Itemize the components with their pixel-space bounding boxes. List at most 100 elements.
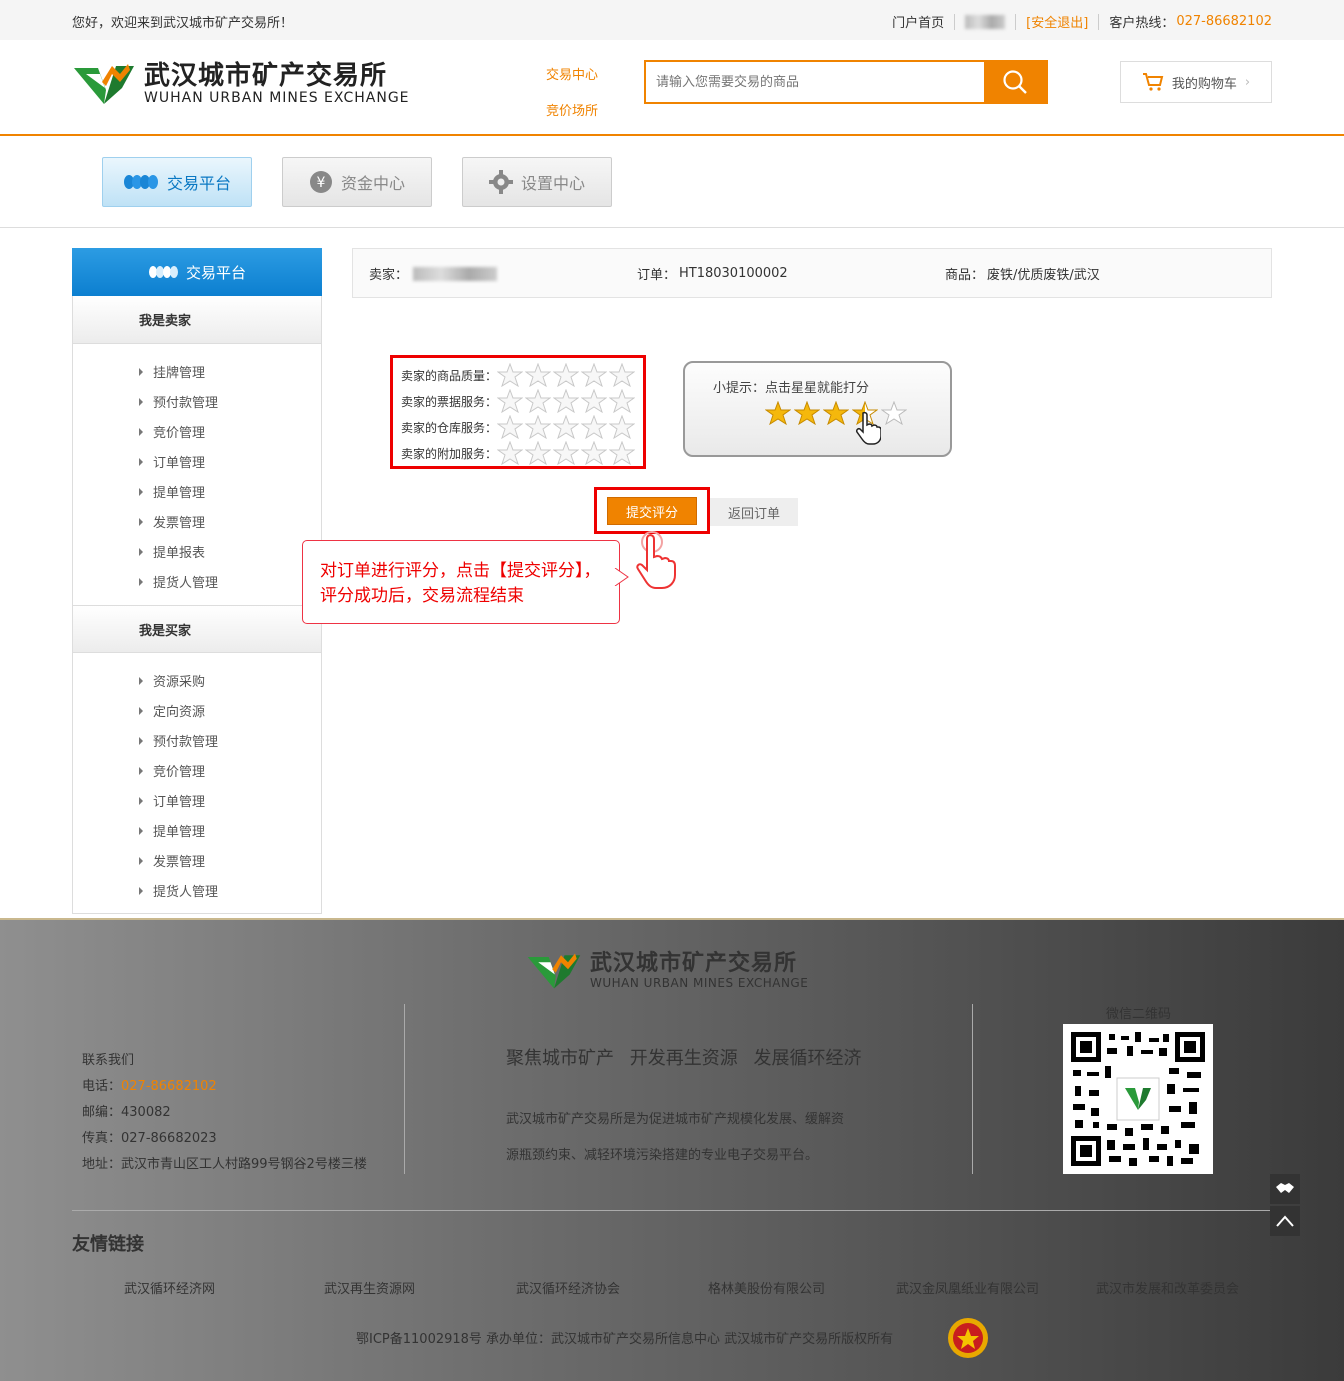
star-rating[interactable] — [497, 363, 636, 387]
friend-link[interactable]: 武汉市发展和改革委员会 — [1096, 1278, 1239, 1297]
star-icon[interactable] — [581, 415, 608, 439]
tab-fund-center[interactable]: ¥ 资金中心 — [282, 157, 432, 207]
submit-rating-button[interactable]: 提交评分 — [607, 497, 697, 525]
sidebar-item[interactable]: 挂牌管理 — [139, 362, 205, 381]
star-filled-icon — [794, 401, 820, 425]
site-logo[interactable]: 武汉城市矿产交易所 WUHAN URBAN MINES EXCHANGE — [72, 58, 422, 110]
search-button[interactable] — [984, 62, 1046, 102]
sidebar-item[interactable]: 发票管理 — [139, 851, 205, 870]
sidebar-header[interactable]: 交易平台 — [72, 248, 322, 296]
handshake-float-button[interactable] — [1270, 1174, 1300, 1204]
triangle-right-icon — [139, 766, 143, 775]
star-icon[interactable] — [525, 415, 552, 439]
friend-link[interactable]: 武汉循环经济网 — [124, 1278, 215, 1297]
star-icon[interactable] — [497, 363, 524, 387]
sidebar-item[interactable]: 提单管理 — [139, 821, 205, 840]
friend-link[interactable]: 武汉再生资源网 — [324, 1278, 415, 1297]
copyright: 鄂ICP备11002918号 承办单位：武汉城市矿产交易所信息中心 武汉城市矿产… — [356, 1332, 894, 1347]
sidebar-item[interactable]: 提单报表 — [139, 542, 205, 561]
star-icon[interactable] — [525, 441, 552, 465]
star-icon[interactable] — [497, 415, 524, 439]
star-icon[interactable] — [553, 363, 580, 387]
nav-auction[interactable]: 竞价场所 — [546, 94, 598, 130]
portal-home-link[interactable]: 门户首页 — [892, 12, 944, 31]
star-rating[interactable] — [497, 441, 636, 465]
sidebar-item[interactable]: 资源采购 — [139, 671, 205, 690]
username-blurred — [965, 14, 1006, 29]
friend-link[interactable]: 武汉循环经济协会 — [516, 1278, 620, 1297]
sidebar-item[interactable]: 定向资源 — [139, 701, 205, 720]
star-icon[interactable] — [553, 441, 580, 465]
police-badge-icon[interactable] — [946, 1316, 990, 1360]
yen-icon: ¥ — [309, 171, 332, 193]
star-rating[interactable] — [497, 389, 636, 413]
star-icon[interactable] — [609, 441, 636, 465]
star-icon[interactable] — [581, 363, 608, 387]
rating-label: 卖家的票据服务： — [401, 394, 498, 409]
goods-value: 废铁/优质废铁/武汉 — [987, 267, 1100, 283]
sidebar-item[interactable]: 提单管理 — [139, 482, 205, 501]
footer-slogan: 聚焦城市矿产 开发再生资源 发展循环经济 — [506, 1048, 862, 1069]
star-rating[interactable] — [497, 415, 636, 439]
logout-link[interactable]: [安全退出] — [1026, 12, 1088, 31]
tip-example-stars — [765, 401, 907, 425]
tip-text: 小提示：点击星星就能打分 — [713, 381, 870, 396]
back-to-top-button[interactable] — [1270, 1206, 1300, 1236]
sidebar-item[interactable]: 预付款管理 — [139, 392, 218, 411]
star-icon[interactable] — [581, 441, 608, 465]
star-icon[interactable] — [497, 441, 524, 465]
star-icon[interactable] — [581, 389, 608, 413]
triangle-right-icon — [139, 796, 143, 805]
sidebar-item[interactable]: 发票管理 — [139, 512, 205, 531]
tab-label: 资金中心 — [340, 174, 405, 193]
star-icon[interactable] — [609, 363, 636, 387]
star-icon[interactable] — [553, 389, 580, 413]
triangle-right-icon — [139, 886, 143, 895]
sidebar-item[interactable]: 提货人管理 — [139, 881, 218, 900]
tab-settings-center[interactable]: 设置中心 — [462, 157, 612, 207]
star-icon[interactable] — [497, 389, 524, 413]
triangle-right-icon — [139, 427, 143, 436]
search-bar — [644, 60, 1048, 104]
star-icon[interactable] — [553, 415, 580, 439]
star-icon[interactable] — [525, 389, 552, 413]
sidebar-item[interactable]: 竞价管理 — [139, 422, 205, 441]
sidebar-item[interactable]: 竞价管理 — [139, 761, 205, 780]
seller-label: 卖家： — [369, 267, 409, 283]
star-icon[interactable] — [609, 415, 636, 439]
triangle-right-icon — [139, 367, 143, 376]
friend-link[interactable]: 格林美股份有限公司 — [708, 1278, 825, 1297]
top-bar: 您好，欢迎来到武汉城市矿产交易所！ 门户首页 [安全退出] 客户热线： 027-… — [0, 0, 1344, 40]
contact-zip: 邮编：430082 — [82, 1105, 171, 1120]
tab-trading-platform[interactable]: 交易平台 — [102, 157, 252, 207]
search-input[interactable] — [646, 62, 984, 102]
phone-label: 电话： — [82, 1079, 122, 1094]
sidebar-item[interactable]: 订单管理 — [139, 791, 205, 810]
logo-en-text: WUHAN URBAN MINES EXCHANGE — [144, 90, 410, 106]
sidebar-item[interactable]: 提货人管理 — [139, 572, 218, 591]
rating-label: 卖家的商品质量： — [401, 368, 498, 383]
star-icon[interactable] — [525, 363, 552, 387]
triangle-right-icon — [139, 577, 143, 586]
star-filled-icon — [765, 401, 791, 425]
hotline-label: 客户热线： — [1109, 16, 1175, 31]
nav-trade-center[interactable]: 交易中心 — [546, 58, 598, 94]
rating-row-extra: 卖家的附加服务： — [401, 440, 643, 466]
friend-links-title: 友情链接 — [72, 1234, 144, 1255]
cart-button[interactable]: 我的购物车 › — [1120, 61, 1272, 103]
qr-label: 微信二维码 — [1106, 1007, 1172, 1022]
coins-icon — [123, 175, 158, 189]
footer-logo-en: WUHAN URBAN MINES EXCHANGE — [590, 976, 809, 990]
sidebar-item[interactable]: 订单管理 — [139, 452, 205, 471]
sidebar-section-buyer[interactable]: 我是买家 — [73, 605, 321, 653]
back-to-order-button[interactable]: 返回订单 — [710, 498, 798, 526]
sidebar-item[interactable]: 预付款管理 — [139, 731, 218, 750]
sidebar-section-seller[interactable]: 我是卖家 — [73, 296, 321, 344]
triangle-right-icon — [139, 397, 143, 406]
friend-link[interactable]: 武汉金凤凰纸业有限公司 — [896, 1278, 1039, 1297]
star-icon[interactable] — [609, 389, 636, 413]
instruction-callout: 对订单进行评分，点击【提交评分】， 评分成功后，交易流程结束 — [302, 540, 620, 624]
divider — [954, 13, 956, 30]
divider — [972, 1004, 973, 1174]
sidebar-item-label: 提货人管理 — [153, 885, 219, 900]
